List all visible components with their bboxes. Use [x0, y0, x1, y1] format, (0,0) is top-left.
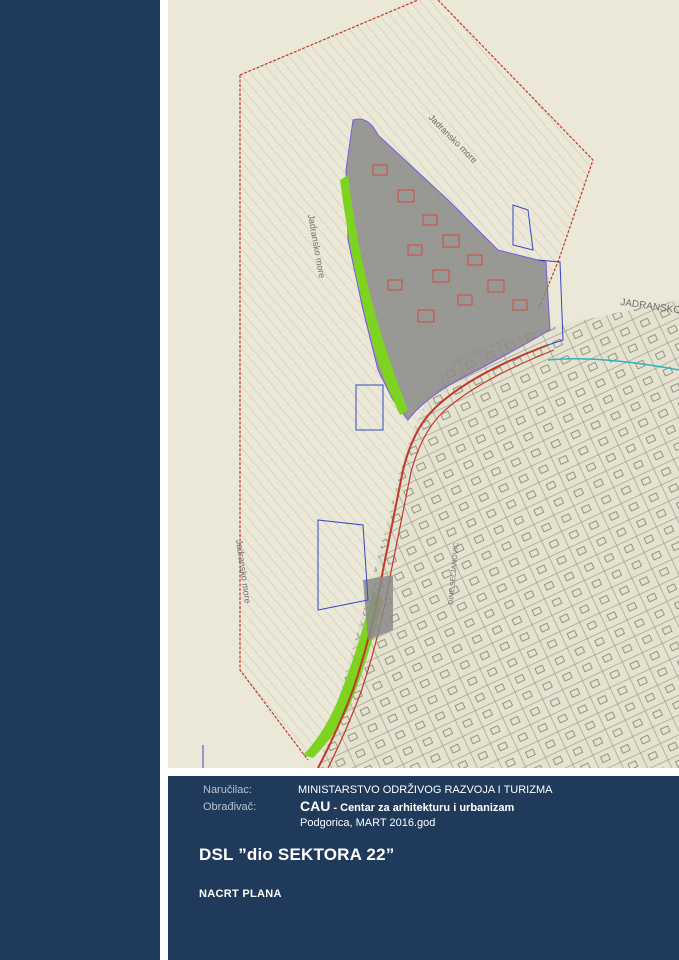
plan-map: Jadransko more Jadransko more Jadransko … — [168, 0, 679, 768]
title-block: Naručilac: MINISTARSTVO ODRŽIVOG RAZVOJA… — [168, 776, 679, 960]
processor-desc: - Centar za arhitekturu i urbanizam — [330, 802, 515, 814]
client-label: Naručilac: — [203, 784, 252, 796]
place-date: Podgorica, MART 2016.god — [300, 817, 436, 829]
document-title: DSL ”dio SEKTORA 22” — [199, 845, 395, 864]
plan-map-drawing: Jadransko more Jadransko more Jadransko … — [202, 0, 679, 768]
document-subtitle: NACRT PLANA — [199, 888, 282, 900]
processor-label: Obrađivač: — [203, 801, 257, 813]
client-value: MINISTARSTVO ODRŽIVOG RAZVOJA I TURIZMA — [298, 784, 553, 796]
left-navy-band — [0, 0, 160, 960]
processor-line: CAU - Centar za arhitekturu i urbanizam — [300, 798, 514, 814]
processor-name: CAU — [300, 798, 331, 814]
